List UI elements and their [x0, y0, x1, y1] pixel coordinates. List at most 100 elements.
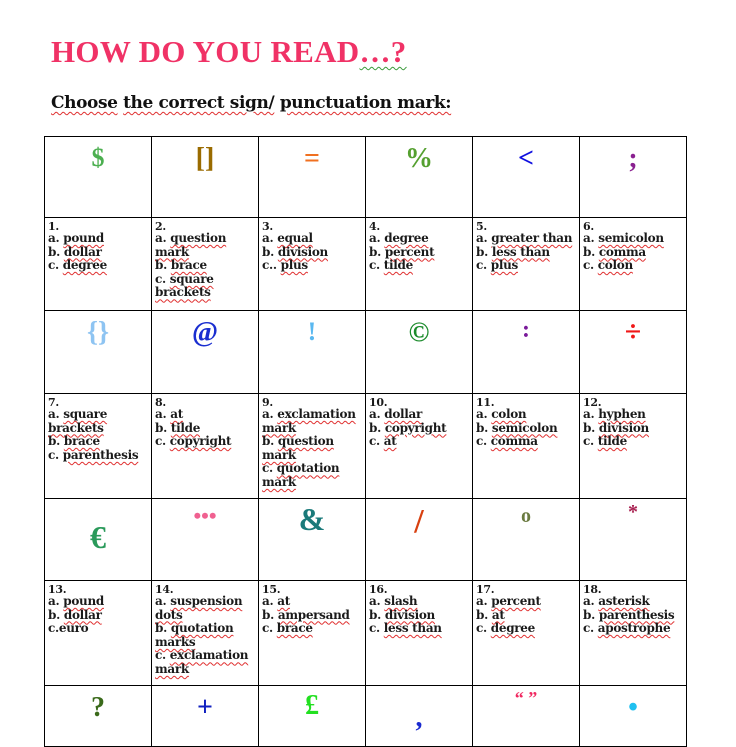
answer-option: b. quotation marks [155, 621, 234, 649]
option-text: division [384, 607, 435, 622]
punctuation-symbol: , [415, 702, 423, 733]
answer-option: b. at [476, 607, 505, 622]
punctuation-symbol: $ [91, 143, 105, 172]
option-text: brace [170, 258, 207, 273]
punctuation-symbol: € [90, 519, 106, 555]
answer-option: b. semicolon [476, 420, 558, 435]
option-text: colon [597, 258, 633, 273]
symbol-cell: £ [258, 685, 366, 747]
answer-option: a. semicolon [583, 231, 664, 245]
answer-option: c. colon [583, 258, 633, 273]
question-cell: 14. a. suspension dots b. quotation marks c… [151, 580, 259, 686]
answer-option: a. square brackets [48, 407, 108, 435]
answer-option: c. brace [262, 621, 313, 636]
symbol-cell: < [472, 136, 580, 218]
option-text: question mark [155, 231, 227, 259]
answer-option: b. parenthesis [583, 607, 675, 622]
symbol-cell: “ ” [472, 685, 580, 747]
answer-option: c. plus [476, 258, 518, 273]
punctuation-symbol: * [628, 501, 638, 523]
option-text: division [277, 244, 328, 259]
symbol-cell: / [365, 498, 473, 581]
symbol-cell: + [151, 685, 259, 747]
answer-option: c. parenthesis [48, 447, 139, 462]
option-text: dollar [384, 407, 423, 421]
answer-option: c. quotation mark [262, 461, 340, 489]
option-text: square brackets [155, 271, 214, 300]
option-text: less than [383, 621, 442, 636]
option-text: exclamation mark [155, 648, 249, 676]
symbol-cell: ÷ [579, 310, 687, 394]
symbol-cell: $ [44, 136, 152, 218]
options-row: 13. a. pound b. dollar c.euro 14. a. suspensi… [44, 580, 687, 686]
punctuation-symbol: “ ” [514, 688, 538, 708]
option-text: exclamation mark [262, 407, 356, 435]
answer-option: a. question mark [155, 231, 227, 259]
question-cell: 3. a. equal b. division c.. plus [258, 217, 366, 311]
answer-option: a. percent [476, 594, 541, 608]
symbol-cell: = [258, 136, 366, 218]
answer-option: b. tilde [155, 420, 201, 435]
punctuation-symbol: : [522, 317, 530, 343]
punctuation-symbol: ? [91, 692, 105, 723]
option-text: suspension dots [155, 594, 243, 622]
option-text: dollar [63, 244, 102, 259]
answer-option: b. dollar [48, 244, 102, 259]
punctuation-symbol: ! [307, 317, 317, 346]
option-text: percent [491, 594, 541, 608]
option-text: quotation marks [155, 621, 234, 649]
option-text: brace [63, 434, 100, 449]
answer-option: a. dollar [369, 407, 423, 421]
instruction-word-1: Choose [51, 93, 118, 113]
answer-option: b. brace [155, 258, 207, 273]
answer-option: a. at [262, 594, 290, 608]
punctuation-symbol: ; [628, 143, 638, 174]
answer-option: a. hyphen [583, 407, 646, 421]
symbol-cell: • [579, 685, 687, 747]
punctuation-symbol: & [298, 501, 326, 537]
punctuation-symbol: © [408, 317, 430, 348]
question-cell: 2. a. question mark b. brace c. square brac… [151, 217, 259, 311]
answer-option: b. copyright [369, 420, 447, 435]
option-text: at [491, 607, 505, 622]
answer-option: c. comma [476, 434, 538, 449]
option-text: plus [280, 258, 309, 273]
answer-option: a. degree [369, 231, 429, 245]
question-cell: 13. a. pound b. dollar c.euro [44, 580, 152, 686]
punctuation-symbol: {} [86, 317, 110, 348]
question-cell: 16. a. slash b. division c. less than [365, 580, 473, 686]
punctuation-symbol: / [414, 503, 424, 540]
instruction-text: Choose the correct sign/ punctuation mar… [51, 93, 452, 113]
option-text: percent [384, 244, 435, 259]
option-text: pound [63, 594, 104, 608]
title-suffix: …? [359, 34, 407, 69]
question-cell: 10. a. dollar b. copyright c. at [365, 393, 473, 499]
option-text: quotation mark [262, 461, 340, 489]
option-text: degree [384, 231, 429, 245]
punctuation-symbol: ••• [193, 503, 217, 528]
option-text: colon [491, 407, 527, 421]
option-text: asterisk [598, 594, 650, 608]
answer-option: c. degree [476, 621, 536, 636]
punctuation-symbol: £ [305, 690, 319, 721]
symbol-cell: ••• [151, 498, 259, 581]
question-cell: 17. a. percent b. at c. degree [472, 580, 580, 686]
symbol-cell: ! [258, 310, 366, 394]
options-row: 1. a. pound b. dollar c. degree 2. a. questio… [44, 217, 687, 311]
option-text: dollar [63, 607, 102, 622]
option-text: comma [490, 434, 538, 449]
option-text: less than [491, 244, 550, 259]
answer-option: c. apostrophe [583, 621, 671, 636]
answer-option: a. pound [48, 594, 104, 608]
answer-option: a. at [155, 407, 183, 421]
answer-option: a. slash [369, 594, 418, 608]
option-text: at [170, 407, 183, 421]
quiz-table: $ [] =% <; 1. a. pound b. dollar c. degree 2. a. … [44, 136, 687, 747]
symbol-cell: : [472, 310, 580, 394]
symbol-cell: € [44, 498, 152, 581]
option-text: tilde [597, 434, 627, 449]
question-cell: 4. a. degree b. percent c. tilde [365, 217, 473, 311]
option-text: apostrophe [597, 621, 671, 636]
option-text: degree [490, 621, 536, 636]
answer-option: a. suspension dots [155, 594, 243, 622]
